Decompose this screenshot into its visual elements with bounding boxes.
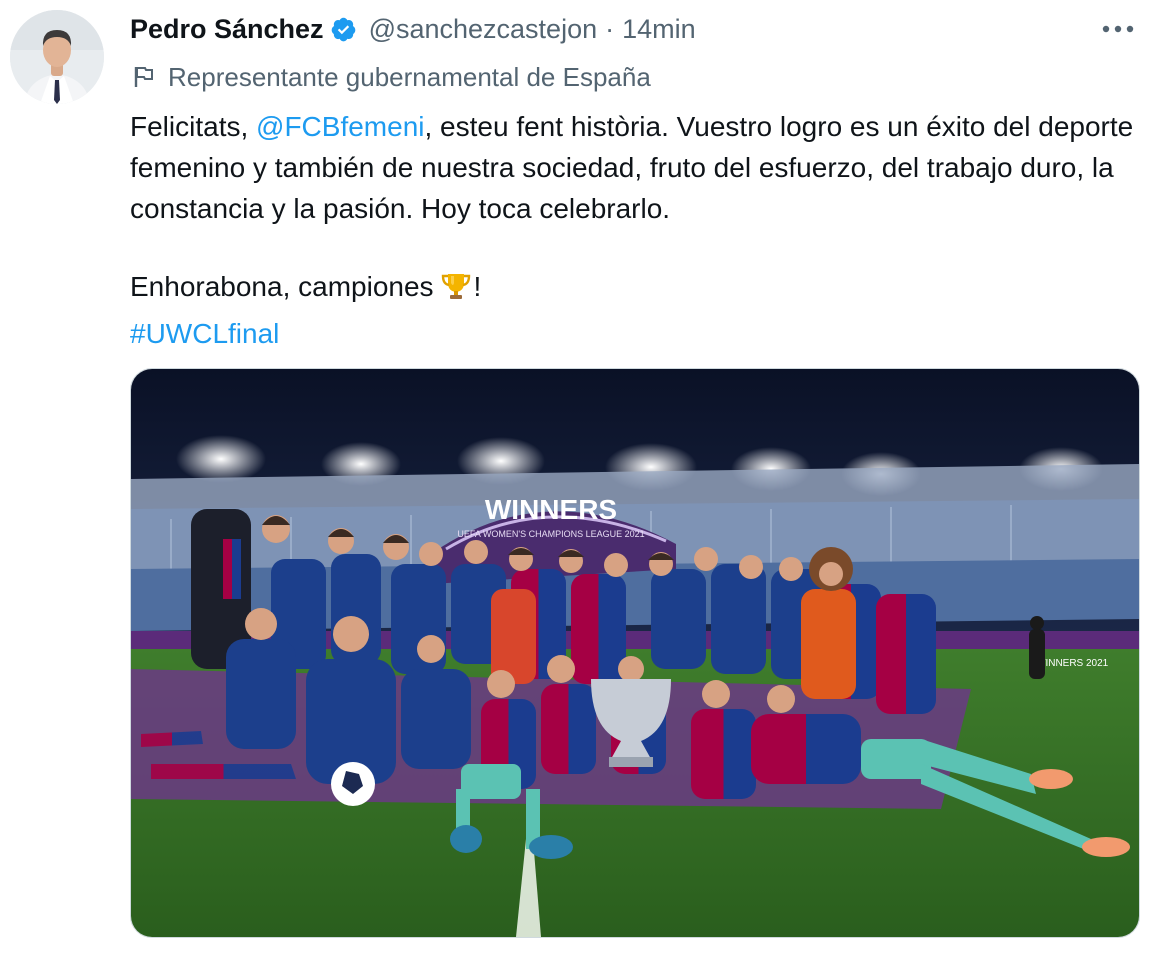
tweet-timestamp[interactable]: 14min [622,14,696,45]
avatar-image [10,10,104,104]
team-celebration-photo: WINNERS UEFA WOMEN'S CHAMPIONS LEAGUE 20… [131,369,1139,937]
avatar[interactable] [10,10,104,104]
tweet-header: Pedro Sánchez @sanchezcastejon · 14min [130,10,696,48]
tweet-text: Felicitats, @FCBfemeni, esteu fent histò… [130,106,1140,354]
banner-subtext: UEFA WOMEN'S CHAMPIONS LEAGUE 2021 [457,529,644,539]
separator-dot: · [605,13,615,44]
tweet-paragraph-2: Enhorabona, campiones ! [130,266,1140,313]
government-label-text: Representante gubernamental de España [168,61,651,92]
flag-icon [134,67,153,87]
football [331,762,375,806]
tweet-photo[interactable]: WINNERS UEFA WOMEN'S CHAMPIONS LEAGUE 20… [130,368,1140,938]
more-options-icon[interactable] [1098,16,1138,42]
government-label: Representante gubernamental de España [130,58,651,96]
tweet-paragraph-1: Felicitats, @FCBfemeni, esteu fent histò… [130,106,1140,229]
banner-text: WINNERS [485,494,617,525]
tweet-line2-text: Enhorabona, campiones [130,271,434,302]
author-handle[interactable]: @sanchezcastejon [369,14,598,45]
tweet: Pedro Sánchez @sanchezcastejon · 14min R… [0,0,1160,954]
mention-link[interactable]: @FCBfemeni [256,111,424,142]
hashtag-link[interactable]: #UWCLfinal [130,318,279,349]
board-text: WINNERS 2021 [1036,658,1109,669]
trophy-emoji-icon [440,270,472,313]
tweet-line2-exclaim: ! [473,271,482,302]
author-name[interactable]: Pedro Sánchez [130,14,324,45]
tweet-paragraph-3: #UWCLfinal [130,313,1140,354]
verified-badge-icon [330,16,357,43]
tweet-text-part1: Felicitats, [130,111,257,142]
